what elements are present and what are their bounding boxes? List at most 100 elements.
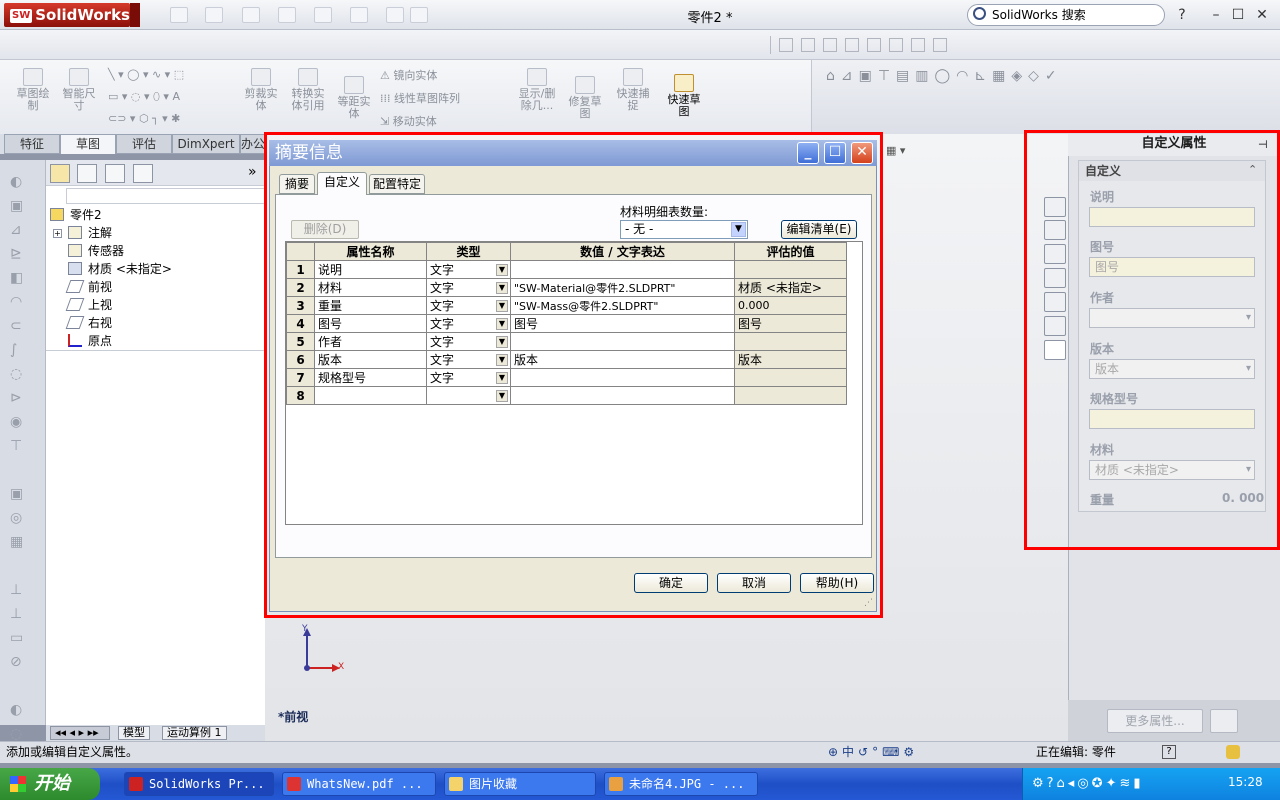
vertical-tool-icons[interactable]: ◐ ▣ ⊿ ⊵ ◧ ◠ ⊂ ∫ ◌ ⊳ ◉ ⊤ ▣ ◎ ▦ ⊥ ⊥ ▭ ⊘ ◐ ◌ (10, 170, 30, 746)
tree-item-label: 上视 (88, 298, 113, 312)
tree-item-label: 右视 (88, 316, 113, 330)
task-image-viewer[interactable]: 未命名4.JPG - ... (604, 772, 758, 796)
slot-icon[interactable]: ⊂⊃ ▾ ⬡ ┐ ▾ ✱ (108, 112, 180, 125)
dimxpert-tab-icon[interactable] (133, 164, 153, 183)
tree-item-annotations[interactable]: 注解 (68, 225, 112, 241)
view-icon[interactable] (889, 38, 903, 52)
configuration-tab-icon[interactable] (105, 164, 125, 183)
triad-x-label: X (338, 662, 345, 672)
sketch-icon (23, 68, 43, 86)
convert-entities-button[interactable]: 转换实 体引用 (286, 68, 330, 112)
view-icon[interactable] (911, 38, 925, 52)
expand-icon[interactable]: + (53, 229, 62, 238)
tray-icons[interactable]: ⚙?⌂◂◎✪✦≋▮ (1032, 776, 1144, 791)
move-label: 移动实体 (392, 115, 437, 128)
view-icon[interactable] (823, 38, 837, 52)
tree-item-origin[interactable]: 原点 (68, 333, 112, 349)
smart-dimension-button[interactable]: 智能尺 寸 (58, 68, 100, 112)
mirror-entities[interactable]: ⚠ 镜向实体 (380, 67, 437, 83)
logo-badge: SW (10, 8, 33, 23)
view-icon[interactable] (867, 38, 881, 52)
triad-y-label: Y (302, 624, 308, 634)
trim-icon (251, 68, 271, 86)
tag-icon[interactable] (1226, 745, 1240, 759)
rectangle-icon[interactable]: ▭ ▾ ◌ ▾ ⬯ ▾ A (108, 90, 180, 104)
select-icon[interactable] (350, 7, 368, 23)
task-solidworks[interactable]: SolidWorks Pr... (124, 772, 274, 796)
windows-logo-icon (10, 776, 26, 792)
trim-button[interactable]: 剪裁实 体 (240, 68, 282, 112)
feature-tree-tab-icon[interactable] (50, 164, 70, 183)
close-button[interactable]: ✕ (1252, 6, 1272, 24)
tab-office[interactable]: 办公 (240, 134, 266, 154)
tab-features[interactable]: 特征 (4, 134, 60, 154)
plane-icon (65, 298, 85, 311)
tree-item-sensors[interactable]: 传感器 (68, 243, 124, 259)
task-pdf[interactable]: WhatsNew.pdf ... (282, 772, 436, 796)
sketch-label: 草图绘 制 (16, 87, 50, 112)
menu-expand-icon[interactable] (130, 3, 140, 27)
tree-item-part[interactable]: 零件2 (50, 207, 102, 223)
pdf-icon (287, 777, 301, 791)
view-icon[interactable] (779, 38, 793, 52)
property-manager-tab-icon[interactable] (77, 164, 97, 183)
print-icon[interactable] (278, 7, 296, 23)
panel-expand-icon[interactable]: » (248, 164, 257, 180)
scroll-arrows[interactable]: ◂◂ ◂ ▸ ▸▸ (50, 726, 110, 740)
tab-evaluate[interactable]: 评估 (116, 134, 172, 154)
relations-icon (527, 68, 547, 86)
maximize-button[interactable]: ☐ (1228, 6, 1248, 24)
open-icon[interactable] (205, 7, 223, 23)
start-button[interactable]: 开始 (0, 768, 100, 800)
display-pane-icon[interactable]: ▦ ▾ (886, 144, 905, 157)
repair-sketch-button[interactable]: 修复草 图 (564, 76, 606, 120)
solidworks-logo[interactable]: SW SolidWorks (4, 3, 130, 27)
sensor-icon (68, 244, 82, 257)
highlight-box-task-pane (1024, 130, 1280, 550)
view-icon[interactable] (933, 38, 947, 52)
tab-model[interactable]: 模型 (118, 726, 150, 740)
ime-toolbar[interactable]: ⊕中↺°⌨⚙ (828, 742, 918, 762)
line-icon[interactable]: ╲ ▾ ◯ ▾ ∿ ▾ ⬚ (108, 68, 184, 81)
search-input[interactable]: SolidWorks 搜索 (967, 4, 1165, 26)
mirror-label: 镜向实体 (393, 69, 438, 82)
tree-item-label: 传感器 (88, 244, 125, 258)
offset-label: 等距实 体 (337, 95, 371, 120)
search-icon (973, 7, 986, 20)
view-toolbar (770, 36, 960, 54)
undo-icon[interactable] (314, 7, 332, 23)
more-properties-button[interactable]: 更多属性... (1107, 709, 1203, 733)
task-pictures[interactable]: 图片收藏 (444, 772, 596, 796)
tree-item-front-plane[interactable]: 前视 (65, 279, 112, 295)
new-document-icon[interactable] (170, 7, 188, 23)
material-icon (68, 262, 82, 275)
feature-icons[interactable]: ⌂⊿▣⊤▤▥◯◠⊾▦◈◇✓ (826, 68, 1063, 84)
tab-dimxpert[interactable]: DimXpert (172, 134, 240, 154)
help-menu-icon[interactable]: ? (1172, 6, 1192, 24)
sketch-button[interactable]: 草图绘 制 (12, 68, 54, 112)
options-icon[interactable] (410, 7, 428, 23)
linear-pattern[interactable]: ⁞⁞⁞ 线性草图阵列 (380, 90, 460, 106)
tree-item-right-plane[interactable]: 右视 (65, 315, 113, 331)
move-icon: ⇲ (380, 115, 393, 128)
minimize-button[interactable]: – (1206, 6, 1226, 24)
rapid-sketch-button[interactable]: 快速草 图 (662, 74, 706, 118)
status-help-icon[interactable]: ? (1162, 745, 1176, 759)
origin-icon (68, 334, 82, 347)
quick-snaps-button[interactable]: 快速捕 捉 (612, 68, 654, 112)
view-icon[interactable] (801, 38, 815, 52)
sketch-toolbar-vertical: ◐ ▣ ⊿ ⊵ ◧ ◠ ⊂ ∫ ◌ ⊳ ◉ ⊤ ▣ ◎ ▦ ⊥ ⊥ ▭ ⊘ ◐ ◌ (0, 160, 46, 742)
view-icon[interactable] (845, 38, 859, 52)
move-entities[interactable]: ⇲ 移动实体 (380, 113, 437, 129)
command-manager: 草图绘 制 智能尺 寸 ╲ ▾ ◯ ▾ ∿ ▾ ⬚ ▭ ▾ ◌ ▾ ⬯ ▾ A … (0, 60, 812, 134)
display-relations-button[interactable]: 显示/删 除几... (514, 68, 560, 112)
rebuild-icon[interactable] (386, 7, 404, 23)
tab-sketch[interactable]: 草图 (60, 134, 116, 154)
save-icon[interactable] (242, 7, 260, 23)
properties-settings-icon[interactable] (1210, 709, 1238, 733)
tree-item-top-plane[interactable]: 上视 (65, 297, 113, 313)
tab-motion-study[interactable]: 运动算例 1 (162, 726, 227, 740)
offset-button[interactable]: 等距实 体 (334, 76, 374, 120)
tree-item-material[interactable]: 材质 <未指定> (68, 261, 172, 277)
tree-filter-input[interactable] (66, 188, 265, 204)
